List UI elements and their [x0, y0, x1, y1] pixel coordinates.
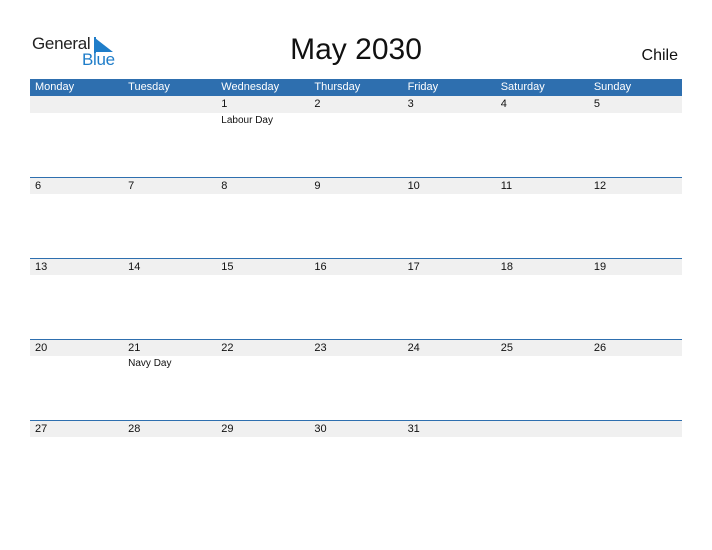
holiday-label — [216, 437, 309, 439]
day-number: 6 — [35, 180, 42, 192]
day-number: 30 — [314, 423, 327, 435]
day-number — [496, 421, 589, 437]
week-row: 13 14 15 16 17 18 19 — [30, 258, 682, 339]
day-number: 8 — [221, 180, 228, 192]
day-number: 4 — [500, 98, 507, 110]
holiday-label — [216, 194, 309, 196]
day-number: 2 — [314, 98, 321, 110]
holiday-label — [30, 437, 123, 439]
holiday-label: Labour Day — [221, 115, 273, 126]
holiday-label — [403, 275, 496, 277]
holiday-label — [123, 437, 216, 439]
day-number-row: 13 14 15 16 17 18 19 — [30, 258, 682, 275]
week-row: 20 21 22 23 24 25 26 Navy Day — [30, 339, 682, 420]
holiday-label — [496, 275, 589, 277]
day-number: 5 — [593, 98, 600, 110]
holiday-label — [216, 356, 309, 369]
day-number: 24 — [407, 342, 420, 354]
day-number: 18 — [500, 261, 513, 273]
holiday-label — [496, 437, 589, 439]
holiday-label — [589, 437, 682, 439]
weekday-wednesday: Wednesday — [221, 81, 280, 93]
day-number: 10 — [407, 180, 420, 192]
day-number: 7 — [128, 180, 135, 192]
week-row: 6 7 8 9 10 11 12 — [30, 177, 682, 258]
holiday-label — [30, 356, 123, 369]
holiday-label — [403, 437, 496, 439]
day-number-row: 20 21 22 23 24 25 26 — [30, 339, 682, 356]
day-number — [123, 96, 216, 113]
holiday-label — [123, 275, 216, 277]
day-number: 25 — [500, 342, 513, 354]
day-number: 20 — [35, 342, 48, 354]
weekday-thursday: Thursday — [314, 81, 361, 93]
day-number: 27 — [35, 423, 48, 435]
day-number: 9 — [314, 180, 321, 192]
weekday-sunday: Sunday — [593, 81, 632, 93]
day-number: 12 — [593, 180, 607, 192]
page-title: May 2030 — [290, 33, 422, 66]
day-number: 23 — [314, 342, 327, 354]
day-number: 17 — [407, 261, 420, 273]
country-label: Chile — [641, 47, 678, 64]
day-number: 14 — [128, 261, 141, 273]
holiday-label — [123, 113, 216, 126]
event-row — [30, 275, 682, 277]
holiday-label — [309, 437, 402, 439]
holiday-label — [403, 113, 496, 126]
holiday-label — [496, 113, 589, 126]
day-number: 19 — [593, 261, 607, 273]
holiday-label — [309, 113, 402, 126]
holiday-label — [309, 356, 402, 369]
day-number: 31 — [407, 423, 420, 435]
holiday-label — [589, 113, 682, 126]
day-number: 3 — [407, 98, 414, 110]
holiday-label — [589, 275, 682, 277]
day-number: 15 — [221, 261, 234, 273]
event-row: Navy Day — [30, 356, 682, 369]
day-number-row: 1 2 3 4 5 — [30, 96, 682, 113]
weekday-saturday: Saturday — [500, 81, 545, 93]
day-number: 1 — [221, 98, 228, 110]
holiday-label — [30, 275, 123, 277]
day-number: 26 — [593, 342, 607, 354]
holiday-label — [403, 194, 496, 196]
day-number: 11 — [500, 180, 513, 192]
holiday-label — [309, 194, 402, 196]
week-row: 27 28 29 30 31 — [30, 420, 682, 501]
weekday-header: Monday Tuesday Wednesday Thursday Friday… — [30, 79, 682, 96]
holiday-label — [589, 356, 682, 369]
holiday-label — [216, 275, 309, 277]
weekday-tuesday: Tuesday — [128, 81, 170, 93]
event-row — [30, 437, 682, 439]
calendar-grid: Monday Tuesday Wednesday Thursday Friday… — [30, 79, 682, 501]
day-number: 21 — [128, 342, 141, 354]
event-row: Labour Day — [30, 113, 682, 126]
weekday-friday: Friday — [407, 81, 439, 93]
day-number: 16 — [314, 261, 327, 273]
holiday-label — [496, 194, 589, 196]
holiday-label — [496, 356, 589, 369]
holiday-label — [589, 194, 682, 196]
day-number — [589, 421, 682, 437]
holiday-label — [30, 113, 123, 126]
day-number-row: 27 28 29 30 31 — [30, 420, 682, 437]
day-number — [30, 96, 123, 113]
day-number: 29 — [221, 423, 234, 435]
week-row: 1 2 3 4 5 Labour Day — [30, 96, 682, 177]
holiday-label — [403, 356, 496, 369]
holiday-label: Navy Day — [128, 358, 172, 369]
event-row — [30, 194, 682, 196]
weekday-monday: Monday — [35, 81, 75, 93]
day-number: 22 — [221, 342, 234, 354]
holiday-label — [123, 194, 216, 196]
day-number-row: 6 7 8 9 10 11 12 — [30, 177, 682, 194]
day-number: 28 — [128, 423, 141, 435]
day-number: 13 — [35, 261, 48, 273]
holiday-label — [309, 275, 402, 277]
holiday-label — [30, 194, 123, 196]
